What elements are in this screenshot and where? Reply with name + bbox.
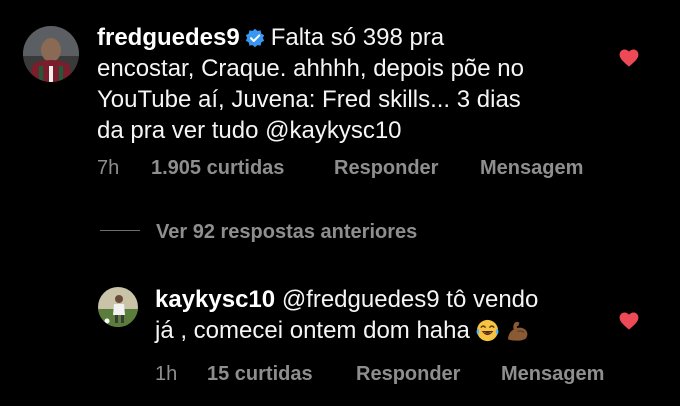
reply-text-line-1: @fredguedes9 tô vendo: [281, 286, 539, 313]
reply-message-button[interactable]: Mensagem: [501, 363, 604, 386]
reply-reply-button[interactable]: Responder: [356, 363, 460, 386]
reply-timestamp: 1h: [155, 363, 178, 385]
comment-likes-label: 1.905 curtidas: [151, 157, 285, 179]
reply-message-label: Mensagem: [501, 363, 605, 385]
fredguedes9-avatar[interactable]: [23, 26, 79, 82]
laughing-tears-icon: [476, 319, 499, 342]
replies-divider-line: [100, 230, 140, 231]
reply-text-line-2: já , comecei ontem dom haha: [155, 317, 470, 344]
comment-text-line-1: Falta só 398 pra: [270, 24, 445, 51]
reply-likes-count[interactable]: 15 curtidas: [207, 363, 313, 386]
flexed-biceps-icon: [507, 321, 528, 341]
comment-body: fredguedes9 Falta só 398 pra encostar, C…: [97, 22, 597, 146]
comment-text-line-3: YouTube aí, Juvena: Fred skills... 3 dia…: [97, 86, 521, 113]
reply-username[interactable]: kaykysc10: [155, 286, 275, 313]
view-previous-replies-button[interactable]: Ver 92 respostas anteriores: [100, 221, 417, 244]
reply-body: kaykysc10 @fredguedes9 tô vendo já , com…: [155, 284, 615, 346]
comment-text-line-2: encostar, Craque. ahhhh, depois põe no: [97, 55, 524, 82]
kaykysc10-avatar[interactable]: [98, 287, 138, 327]
comment-username[interactable]: fredguedes9: [97, 24, 240, 51]
comment-message-label: Mensagem: [480, 157, 584, 179]
comment-timestamp: 7h: [97, 157, 120, 179]
comment-likes-count[interactable]: 1.905 curtidas: [151, 157, 284, 180]
view-replies-label: Ver 92 respostas anteriores: [156, 221, 418, 243]
avatar-image: [98, 287, 138, 327]
like-heart-icon[interactable]: [619, 49, 639, 67]
reply-like-heart-icon[interactable]: [619, 312, 639, 330]
comment-text-line-4: da pra ver tudo @kaykysc10: [97, 117, 402, 144]
comment-reply-button[interactable]: Responder: [334, 157, 438, 180]
reply-likes-label: 15 curtidas: [207, 363, 313, 385]
comment-message-button[interactable]: Mensagem: [480, 157, 583, 180]
verified-badge-icon: [245, 28, 264, 48]
reply-reply-label: Responder: [356, 363, 461, 385]
avatar-image: [23, 26, 79, 82]
comment-reply-label: Responder: [334, 157, 439, 179]
